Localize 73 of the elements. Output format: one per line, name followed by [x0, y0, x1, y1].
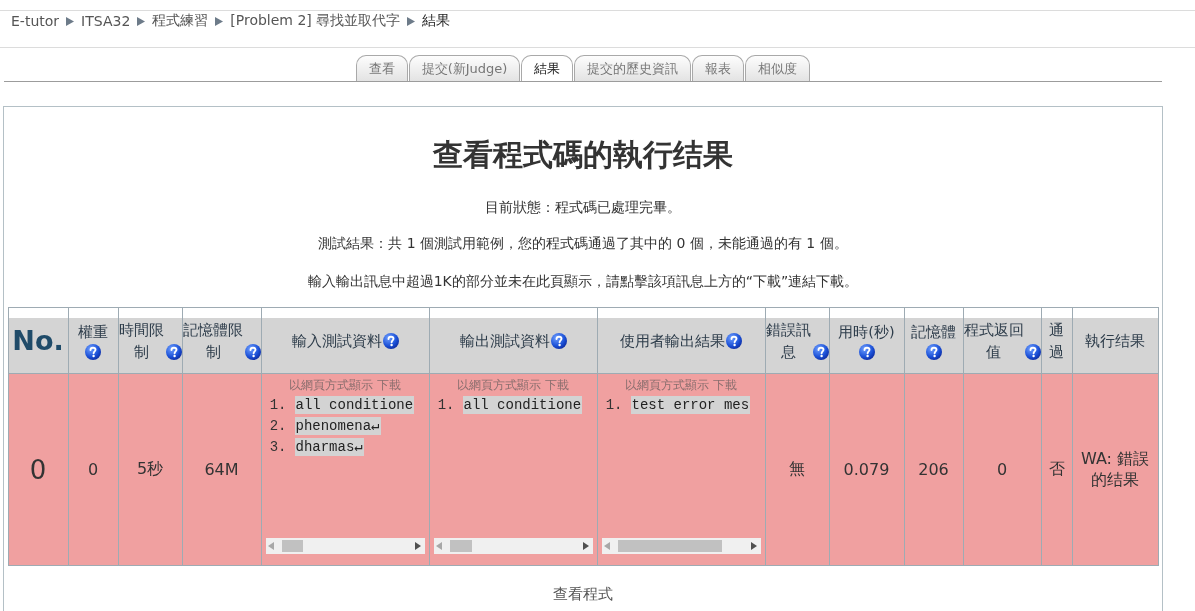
line-number: 3. [268, 438, 288, 455]
scrollbar-thumb[interactable] [617, 540, 722, 552]
table-cell: 0 [963, 373, 1041, 566]
horizontal-scrollbar[interactable] [601, 538, 761, 554]
table-cell: 0 [68, 373, 118, 566]
triangle-icon [137, 16, 146, 26]
help-icon[interactable] [165, 343, 182, 360]
column-header: 輸入測試資料 [291, 331, 382, 351]
view-as-webpage-link[interactable]: 以網頁方式顯示 [289, 378, 373, 392]
right-arrow-icon[interactable] [414, 542, 421, 550]
download-link[interactable]: 下載 [545, 378, 569, 392]
tab[interactable]: 提交(新Judge) [408, 55, 521, 81]
table-cell: WA: 錯誤的结果 [1072, 373, 1158, 566]
horizontal-scrollbar[interactable] [433, 538, 593, 554]
tab[interactable]: 結果 [521, 55, 574, 81]
table-cell: 64M [182, 373, 261, 566]
line-number: 1. [436, 396, 456, 413]
scrollbar-thumb[interactable] [281, 540, 303, 552]
help-icon[interactable] [550, 332, 567, 349]
table-cell: 無 [765, 373, 829, 566]
view-program-link[interactable]: 查看程式 [553, 584, 613, 604]
table-cell: 否 [1041, 373, 1072, 566]
column-header: 記憶體限制 [182, 320, 244, 362]
column-header: No. [12, 324, 64, 357]
column-header: 通過 [1048, 320, 1065, 362]
help-icon[interactable] [1024, 343, 1041, 360]
breadcrumb-link[interactable]: 程式練習 [152, 12, 209, 30]
right-arrow-icon[interactable] [582, 542, 589, 550]
column-header: 錯誤訊息 [765, 320, 812, 362]
help-icon[interactable] [812, 343, 829, 360]
tab[interactable]: 查看 [355, 55, 408, 81]
breadcrumb-link[interactable]: ITSA32 [81, 13, 131, 29]
triangle-icon [215, 16, 224, 26]
triangle-icon [66, 16, 75, 26]
line-number: 2. [268, 417, 288, 434]
breadcrumb-link[interactable]: [Problem 2] 尋找並取代字 [230, 12, 401, 30]
help-icon[interactable] [726, 332, 742, 349]
table-cell: 0 [8, 373, 68, 566]
info-text: 輸入輸出訊息中超過1K的部分並未在此頁顯示，請點擊該項訊息上方的“下載”連結下載。 [307, 272, 859, 291]
horizontal-scrollbar[interactable] [265, 538, 425, 554]
download-link[interactable]: 下載 [377, 378, 401, 392]
help-icon[interactable] [244, 343, 261, 360]
column-header: 程式返回值 [963, 320, 1024, 362]
help-icon[interactable] [85, 344, 101, 360]
tab[interactable]: 相似度 [745, 55, 811, 81]
column-header: 輸出測試資料 [459, 331, 550, 351]
breadcrumb-current: 結果 [422, 12, 451, 30]
view-as-webpage-link[interactable]: 以網頁方式顯示 [625, 378, 709, 392]
info-text: 目前狀態：程式碼已處理完畢。 [485, 198, 681, 217]
column-header: 權重 [78, 323, 108, 342]
line-number: 1. [268, 396, 288, 413]
triangle-icon [407, 16, 416, 26]
help-icon[interactable] [858, 344, 875, 360]
table-cell: 206 [904, 373, 963, 566]
table-cell: 0.079 [829, 373, 904, 566]
breadcrumb-link[interactable]: E-tutor [11, 13, 60, 29]
column-header: 使用者輸出結果 [620, 331, 725, 351]
help-icon[interactable] [925, 344, 942, 360]
scrollbar-thumb[interactable] [449, 540, 472, 552]
column-header: 記憶體 [911, 323, 956, 342]
tab[interactable]: 報表 [692, 55, 745, 81]
column-header: 執行结果 [1085, 331, 1145, 351]
page-title: 查看程式碼的執行结果 [433, 137, 733, 173]
help-icon[interactable] [382, 332, 399, 349]
column-header: 用時(秒) [838, 323, 895, 342]
right-arrow-icon[interactable] [750, 542, 757, 550]
info-text: 測試結果：共 1 個測試用範例，您的程式碼通過了其中的 0 個，未能通過的有 1 個。 [318, 234, 848, 253]
download-link[interactable]: 下載 [713, 378, 737, 392]
line-number: 1. [604, 396, 624, 413]
table-cell: 5秒 [118, 373, 182, 566]
tab[interactable]: 提交的歷史資訊 [574, 55, 692, 81]
view-as-webpage-link[interactable]: 以網頁方式顯示 [457, 378, 541, 392]
column-header: 時間限制 [118, 320, 165, 362]
